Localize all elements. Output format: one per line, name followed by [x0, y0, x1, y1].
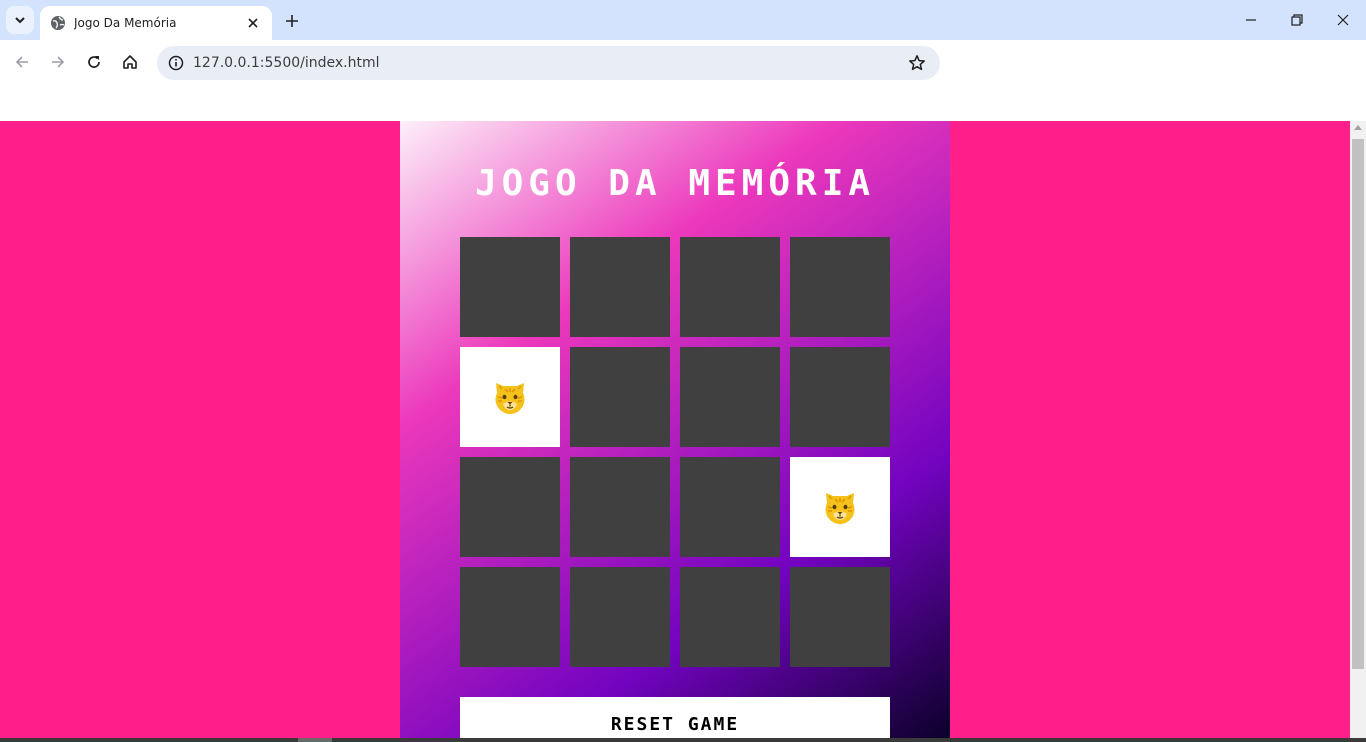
url-text[interactable]: 127.0.0.1:5500/index.html — [193, 55, 900, 71]
tab-strip: Jogo Da Memória — [0, 0, 1366, 40]
memory-card[interactable] — [570, 237, 670, 337]
arrow-left-icon — [15, 56, 28, 68]
game-container: JOGO DA MEMÓRIA RESET GAME — [400, 121, 950, 738]
plus-icon — [286, 15, 298, 27]
globe-icon — [50, 15, 66, 31]
reset-game-button[interactable]: RESET GAME — [460, 697, 890, 738]
bookmark-star-icon[interactable] — [900, 46, 934, 80]
restore-icon — [1291, 14, 1303, 26]
horizontal-scrollbar-thumb[interactable] — [298, 738, 332, 742]
page-viewport: JOGO DA MEMÓRIA RESET GAME — [0, 121, 1350, 738]
memory-card[interactable] — [790, 457, 890, 557]
scrollbar-thumb[interactable] — [1352, 139, 1364, 669]
tiger-face-icon — [495, 383, 525, 414]
address-bar[interactable]: 127.0.0.1:5500/index.html — [157, 46, 940, 80]
close-icon — [1337, 14, 1349, 26]
horizontal-scrollbar[interactable] — [0, 738, 1366, 742]
page-title: JOGO DA MEMÓRIA — [474, 163, 876, 204]
scroll-up-arrow-icon[interactable] — [1354, 125, 1362, 130]
restore-button[interactable] — [1274, 0, 1320, 40]
memory-card[interactable] — [570, 457, 670, 557]
minimize-icon — [1246, 19, 1256, 21]
memory-card[interactable] — [680, 457, 780, 557]
memory-card[interactable] — [570, 347, 670, 447]
chevron-down-icon — [15, 17, 25, 24]
vertical-scrollbar[interactable] — [1350, 121, 1366, 738]
window-close-button[interactable] — [1320, 0, 1366, 40]
back-button[interactable] — [8, 48, 36, 76]
memory-board — [460, 237, 890, 667]
minimize-button[interactable] — [1228, 0, 1274, 40]
memory-card[interactable] — [680, 567, 780, 667]
reload-button[interactable] — [80, 48, 108, 76]
site-info-icon[interactable] — [159, 46, 193, 80]
memory-card[interactable] — [680, 237, 780, 337]
reload-icon — [88, 56, 100, 68]
close-icon[interactable] — [244, 14, 262, 32]
home-button[interactable] — [116, 48, 144, 76]
memory-card[interactable] — [460, 347, 560, 447]
tab-title: Jogo Da Memória — [74, 16, 177, 30]
memory-card[interactable] — [460, 457, 560, 557]
new-tab-button[interactable] — [280, 9, 304, 33]
memory-card[interactable] — [460, 237, 560, 337]
tiger-face-icon — [825, 493, 855, 524]
home-icon — [123, 55, 137, 69]
memory-card[interactable] — [790, 237, 890, 337]
memory-card[interactable] — [570, 567, 670, 667]
browser-toolbar: 127.0.0.1:5500/index.html — [0, 40, 1366, 86]
memory-card[interactable] — [790, 567, 890, 667]
arrow-right-icon — [52, 56, 65, 68]
active-tab[interactable]: Jogo Da Memória — [40, 6, 272, 40]
memory-card[interactable] — [460, 567, 560, 667]
memory-card[interactable] — [790, 347, 890, 447]
memory-card[interactable] — [680, 347, 780, 447]
forward-button[interactable] — [44, 48, 72, 76]
tab-search-button[interactable] — [6, 6, 34, 34]
